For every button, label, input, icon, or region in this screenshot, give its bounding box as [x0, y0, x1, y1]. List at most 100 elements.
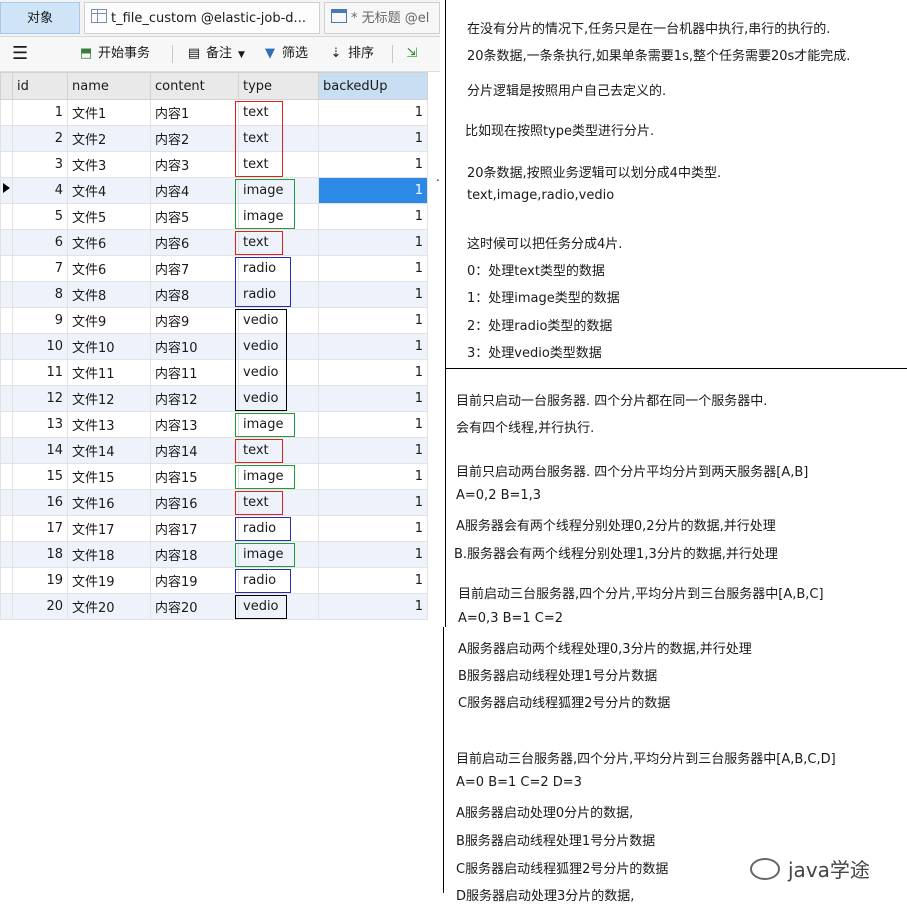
- cell-content[interactable]: 内容11: [150, 359, 239, 386]
- cell-backedup[interactable]: 1: [318, 567, 428, 594]
- cell-name[interactable]: 文件2: [67, 125, 151, 152]
- row-selector[interactable]: [0, 281, 13, 308]
- cell-id[interactable]: 6: [12, 229, 68, 256]
- table-row[interactable]: 8 文件8 内容8 radio 1: [0, 281, 428, 308]
- cell-id[interactable]: 12: [12, 385, 68, 412]
- table-row[interactable]: 9 文件9 内容9 vedio 1: [0, 307, 428, 334]
- table-row[interactable]: 5 文件5 内容5 image 1: [0, 203, 428, 230]
- cell-name[interactable]: 文件5: [67, 203, 151, 230]
- row-selector[interactable]: [0, 255, 13, 282]
- cell-content[interactable]: 内容18: [150, 541, 239, 568]
- cell-backedup[interactable]: 1: [318, 541, 428, 568]
- cell-backedup[interactable]: 1: [318, 177, 428, 204]
- table-row[interactable]: 11 文件11 内容11 vedio 1: [0, 359, 428, 386]
- row-selector[interactable]: [0, 463, 13, 490]
- row-selector[interactable]: [0, 203, 13, 230]
- table-row[interactable]: 15 文件15 内容15 image 1: [0, 463, 428, 490]
- cell-content[interactable]: 内容12: [150, 385, 239, 412]
- row-selector[interactable]: [0, 125, 13, 152]
- hamburger-icon[interactable]: ☰: [12, 37, 28, 71]
- import-button[interactable]: ⇲: [404, 37, 424, 71]
- row-selector[interactable]: [0, 307, 13, 334]
- cell-backedup[interactable]: 1: [318, 307, 428, 334]
- cell-name[interactable]: 文件18: [67, 541, 151, 568]
- cell-name[interactable]: 文件14: [67, 437, 151, 464]
- cell-id[interactable]: 19: [12, 567, 68, 594]
- cell-id[interactable]: 10: [12, 333, 68, 360]
- filter-button[interactable]: ▼ 筛选: [262, 37, 308, 71]
- cell-backedup[interactable]: 1: [318, 99, 428, 126]
- column-header-backedup[interactable]: backedUp: [318, 72, 428, 100]
- cell-id[interactable]: 14: [12, 437, 68, 464]
- row-selector[interactable]: [0, 359, 13, 386]
- cell-content[interactable]: 内容6: [150, 229, 239, 256]
- cell-id[interactable]: 1: [12, 99, 68, 126]
- cell-backedup[interactable]: 1: [318, 203, 428, 230]
- row-selector[interactable]: [0, 385, 13, 412]
- cell-content[interactable]: 内容1: [150, 99, 239, 126]
- row-selector[interactable]: [0, 489, 13, 516]
- table-row[interactable]: 3 文件3 内容3 text 1: [0, 151, 428, 178]
- cell-backedup[interactable]: 1: [318, 463, 428, 490]
- cell-backedup[interactable]: 1: [318, 229, 428, 256]
- table-row[interactable]: 12 文件12 内容12 vedio 1: [0, 385, 428, 412]
- column-header-name[interactable]: name: [67, 72, 151, 100]
- cell-id[interactable]: 9: [12, 307, 68, 334]
- cell-name[interactable]: 文件15: [67, 463, 151, 490]
- table-row[interactable]: 13 文件13 内容13 image 1: [0, 411, 428, 438]
- cell-content[interactable]: 内容9: [150, 307, 239, 334]
- cell-content[interactable]: 内容2: [150, 125, 239, 152]
- column-header-content[interactable]: content: [150, 72, 239, 100]
- table-row[interactable]: 16 文件16 内容16 text 1: [0, 489, 428, 516]
- cell-id[interactable]: 18: [12, 541, 68, 568]
- cell-name[interactable]: 文件10: [67, 333, 151, 360]
- sort-button[interactable]: ⇣ 排序: [328, 37, 374, 71]
- cell-content[interactable]: 内容4: [150, 177, 239, 204]
- cell-content[interactable]: 内容16: [150, 489, 239, 516]
- cell-content[interactable]: 内容15: [150, 463, 239, 490]
- cell-content[interactable]: 内容10: [150, 333, 239, 360]
- table-row[interactable]: 6 文件6 内容6 text 1: [0, 229, 428, 256]
- table-row[interactable]: 14 文件14 内容14 text 1: [0, 437, 428, 464]
- cell-backedup[interactable]: 1: [318, 281, 428, 308]
- cell-name[interactable]: 文件16: [67, 489, 151, 516]
- cell-id[interactable]: 8: [12, 281, 68, 308]
- table-row[interactable]: 18 文件18 内容18 image 1: [0, 541, 428, 568]
- cell-name[interactable]: 文件12: [67, 385, 151, 412]
- column-header-id[interactable]: id: [12, 72, 68, 100]
- table-row[interactable]: 4 文件4 内容4 image 1: [0, 177, 428, 204]
- memo-button[interactable]: ▤ 备注 ▼: [186, 37, 245, 71]
- cell-id[interactable]: 16: [12, 489, 68, 516]
- cell-content[interactable]: 内容3: [150, 151, 239, 178]
- cell-content[interactable]: 内容7: [150, 255, 239, 282]
- cell-id[interactable]: 13: [12, 411, 68, 438]
- cell-backedup[interactable]: 1: [318, 125, 428, 152]
- cell-id[interactable]: 20: [12, 593, 68, 620]
- cell-backedup[interactable]: 1: [318, 411, 428, 438]
- cell-content[interactable]: 内容17: [150, 515, 239, 542]
- cell-backedup[interactable]: 1: [318, 437, 428, 464]
- cell-content[interactable]: 内容8: [150, 281, 239, 308]
- row-selector[interactable]: [0, 593, 13, 620]
- tab-query[interactable]: * 无标题 @el: [324, 2, 440, 34]
- cell-backedup[interactable]: 1: [318, 255, 428, 282]
- cell-id[interactable]: 5: [12, 203, 68, 230]
- cell-name[interactable]: 文件6: [67, 255, 151, 282]
- table-row[interactable]: 10 文件10 内容10 vedio 1: [0, 333, 428, 360]
- row-selector[interactable]: [0, 99, 13, 126]
- cell-name[interactable]: 文件19: [67, 567, 151, 594]
- cell-id[interactable]: 15: [12, 463, 68, 490]
- tab-objects[interactable]: 对象: [0, 2, 80, 34]
- cell-backedup[interactable]: 1: [318, 489, 428, 516]
- cell-id[interactable]: 3: [12, 151, 68, 178]
- row-selector[interactable]: [0, 229, 13, 256]
- cell-backedup[interactable]: 1: [318, 593, 428, 620]
- row-selector[interactable]: [0, 411, 13, 438]
- cell-content[interactable]: 内容13: [150, 411, 239, 438]
- cell-content[interactable]: 内容5: [150, 203, 239, 230]
- cell-id[interactable]: 2: [12, 125, 68, 152]
- table-row[interactable]: 20 文件20 内容20 vedio 1: [0, 593, 428, 620]
- cell-name[interactable]: 文件8: [67, 281, 151, 308]
- table-row[interactable]: 7 文件6 内容7 radio 1: [0, 255, 428, 282]
- row-selector[interactable]: [0, 437, 13, 464]
